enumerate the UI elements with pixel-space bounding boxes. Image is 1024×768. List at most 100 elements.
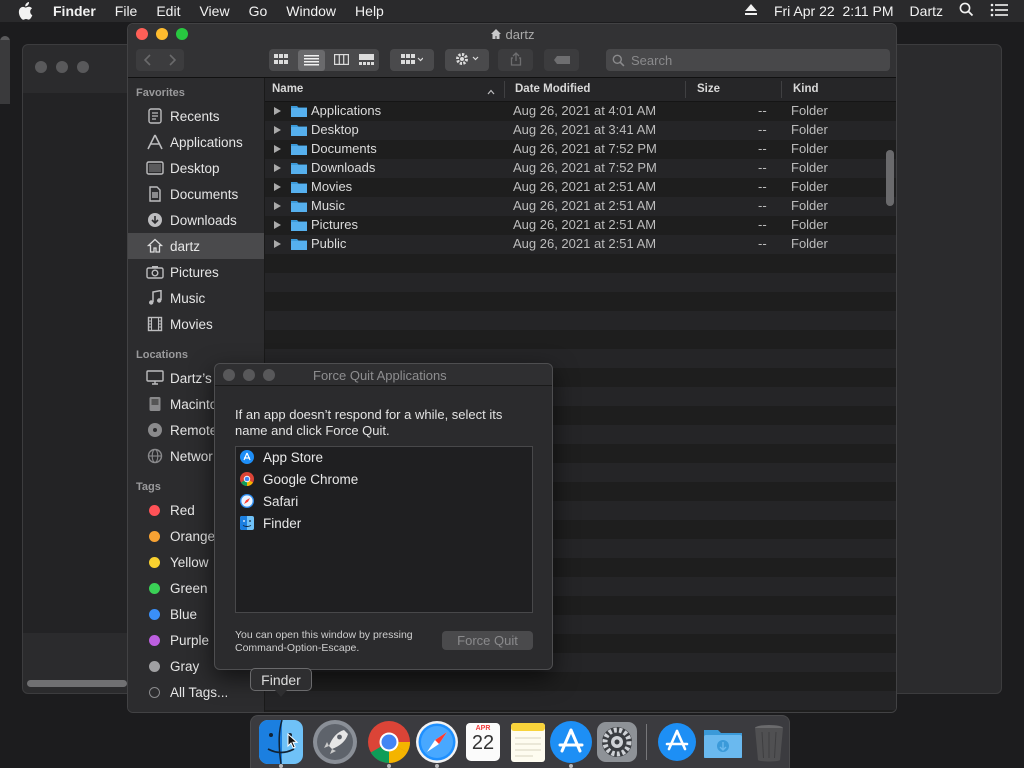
disclosure-triangle-icon[interactable] [274,164,281,172]
column-header-kind[interactable]: Kind [793,83,819,95]
tags-button[interactable] [544,49,579,71]
sidebar-item-pictures[interactable]: Pictures [128,259,264,285]
column-header-size[interactable]: Size [697,83,720,95]
table-row[interactable]: Applications Aug 26, 2021 at 4:01 AM -- Fol… [265,102,896,121]
file-size: -- [758,122,767,137]
folder-icon [291,123,307,140]
app-list-item-app-store[interactable]: App Store [240,446,323,468]
column-header-name[interactable]: Name [272,83,303,95]
disclosure-triangle-icon[interactable] [274,183,281,191]
column-header-date[interactable]: Date Modified [515,83,590,95]
sidebar-item-downloads[interactable]: Downloads [128,207,264,233]
apple-menu-icon[interactable] [17,0,37,22]
file-kind: Folder [791,217,828,232]
menu-go[interactable]: Go [249,3,268,19]
disclosure-triangle-icon[interactable] [274,145,281,153]
sidebar-item-label: Downloads [170,212,237,228]
menu-app-name[interactable]: Finder [53,3,96,19]
gallery-view-icon[interactable] [359,53,375,68]
dock-notes[interactable] [503,718,551,766]
menu-clock[interactable]: Fri Apr 22 2:11 PM [774,3,894,19]
sidebar-all-tags[interactable]: All Tags... [128,679,264,705]
music-note-icon [145,288,165,308]
file-name: Pictures [311,217,358,232]
force-quit-button[interactable]: Force Quit [442,631,533,650]
optical-disc-icon [145,420,165,440]
table-row[interactable]: Movies Aug 26, 2021 at 2:51 AM -- Folder [265,178,896,197]
dock-trash[interactable] [745,718,793,766]
menu-window[interactable]: Window [286,3,336,19]
column-divider [781,81,782,98]
dock-launchpad[interactable] [311,718,359,766]
disclosure-triangle-icon[interactable] [274,107,281,115]
column-view-icon[interactable] [334,53,350,68]
back-icon[interactable] [136,54,160,66]
film-icon [145,314,165,334]
sidebar-item-label: Gray [170,658,200,674]
table-row[interactable]: Pictures Aug 26, 2021 at 2:51 AM -- Folder [265,216,896,235]
window-title: dartz [128,27,896,43]
force-quit-close-button[interactable] [223,369,235,381]
running-indicator [279,764,283,768]
disclosure-triangle-icon[interactable] [274,126,281,134]
menu-user[interactable]: Dartz [910,3,943,19]
tag-dot-purple [149,634,160,646]
file-date: Aug 26, 2021 at 2:51 AM [513,198,657,213]
forward-icon[interactable] [160,54,184,66]
sidebar-item-recents[interactable]: Recents [128,103,264,129]
home-folder-icon [490,28,502,43]
sidebar-item-documents[interactable]: Documents [128,181,264,207]
dock-google-chrome[interactable] [365,718,413,768]
app-list-item-finder[interactable]: Finder [240,512,301,534]
icon-view-icon[interactable] [273,53,288,68]
force-quit-zoom-button[interactable] [263,369,275,381]
tag-dot-gray [149,660,160,672]
app-list-item-google-chrome[interactable]: Google Chrome [240,468,358,490]
control-center-icon[interactable] [990,3,1008,20]
share-button[interactable] [498,49,533,71]
sidebar-item-label: Green [170,580,208,596]
menu-help[interactable]: Help [355,3,384,19]
list-view-icon[interactable] [297,49,325,71]
table-row[interactable]: Documents Aug 26, 2021 at 7:52 PM -- Folder [265,140,896,159]
file-kind: Folder [791,236,828,251]
sidebar-item-movies[interactable]: Movies [128,311,264,337]
force-quit-minimize-button[interactable] [243,369,255,381]
menu-edit[interactable]: Edit [156,3,180,19]
menu-file[interactable]: File [115,3,138,19]
dock-downloads-folder[interactable] [699,718,747,766]
dock-safari[interactable] [413,718,461,768]
dock-system-preferences[interactable] [593,718,641,766]
vertical-scrollbar[interactable] [886,150,894,206]
file-size: -- [758,198,767,213]
dock-app-store[interactable] [547,718,595,768]
table-row[interactable]: Music Aug 26, 2021 at 2:51 AM -- Folder [265,197,896,216]
table-row[interactable]: Desktop Aug 26, 2021 at 3:41 AM -- Folder [265,121,896,140]
table-row[interactable]: Downloads Aug 26, 2021 at 7:52 PM -- Folder [265,159,896,178]
background-window-sidebar [23,93,133,633]
action-menu-button[interactable] [445,49,489,71]
menu-view[interactable]: View [199,3,229,19]
search-field[interactable]: Search [606,49,890,71]
sidebar-item-applications[interactable]: Applications [128,129,264,155]
file-size: -- [758,179,767,194]
app-list-item-safari[interactable]: Safari [240,490,298,512]
view-mode-group [269,49,379,71]
dock-calendar[interactable]: APR 22 [459,718,507,766]
background-window-scrollbar[interactable] [27,680,127,687]
spotlight-search-icon[interactable] [959,2,974,20]
sidebar-item-dartz[interactable]: dartz [128,233,264,259]
file-date: Aug 26, 2021 at 7:52 PM [513,160,657,175]
app-list-item-label: Finder [263,515,302,531]
disclosure-triangle-icon[interactable] [274,221,281,229]
disclosure-triangle-icon[interactable] [274,240,281,248]
eject-icon[interactable] [744,3,758,19]
group-by-button[interactable] [390,49,434,71]
dock-app-store-downloads[interactable] [653,718,701,766]
sidebar-item-music[interactable]: Music [128,285,264,311]
force-quit-footer: You can open this window by pressing Com… [235,629,425,655]
sidebar-item-desktop[interactable]: Desktop [128,155,264,181]
table-row[interactable]: Public Aug 26, 2021 at 2:51 AM -- Folder [265,235,896,254]
sidebar-item-label: Movies [170,316,213,332]
disclosure-triangle-icon[interactable] [274,202,281,210]
